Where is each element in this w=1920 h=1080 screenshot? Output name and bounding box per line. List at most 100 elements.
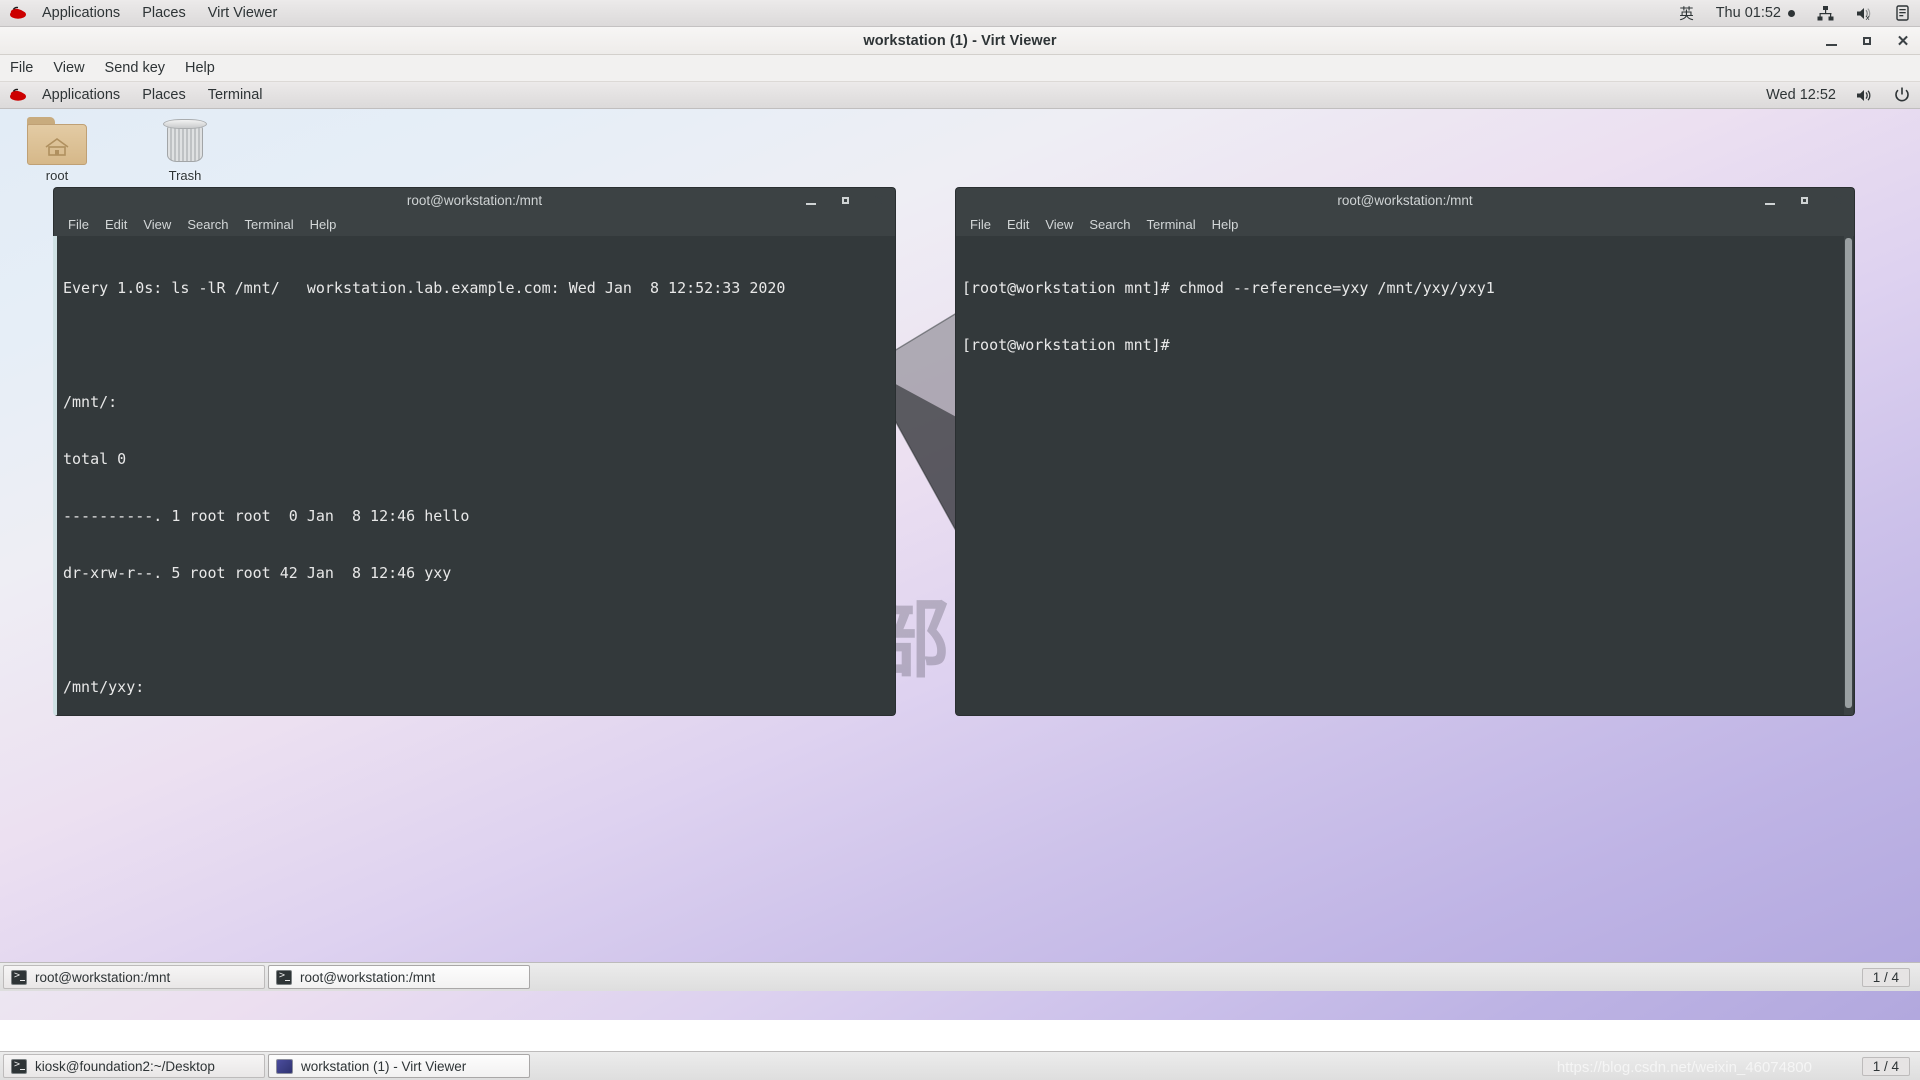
battery-icon[interactable] — [1885, 0, 1920, 26]
terminal-left-line: /mnt/yxy: — [63, 678, 145, 696]
terminal-left-menubar: File Edit View Search Terminal Help — [53, 212, 896, 236]
input-method-indicator[interactable]: 英 — [1668, 0, 1705, 26]
network-icon[interactable] — [1806, 0, 1845, 26]
host-clock[interactable]: Thu 01:52 — [1705, 0, 1806, 26]
terminal-right-scrollbar[interactable] — [1844, 236, 1853, 715]
host-taskbar-item-virt-viewer[interactable]: workstation (1) - Virt Viewer — [268, 1054, 530, 1078]
trash-icon — [161, 117, 209, 165]
terminal-window-right: root@workstation:/mnt ✕ File Edit View S… — [955, 187, 1855, 716]
terminal-right-menu-file[interactable]: File — [962, 215, 999, 234]
terminal-right-close-icon[interactable]: ✕ — [1831, 193, 1845, 207]
terminal-right-output[interactable]: [root@workstation mnt]# chmod --referenc… — [955, 236, 1855, 716]
terminal-icon — [11, 969, 27, 985]
guest-clock[interactable]: Wed 12:52 — [1756, 82, 1846, 108]
guest-volume-icon[interactable] — [1846, 82, 1884, 108]
guest-redhat-logo-icon — [7, 85, 29, 105]
guest-taskbar-item-label: root@workstation:/mnt — [35, 969, 171, 985]
host-workspace-indicator[interactable]: 1 / 4 — [1861, 1056, 1910, 1076]
host-tray: 英 Thu 01:52 x — [1668, 0, 1920, 26]
terminal-left-window-buttons: ✕ — [804, 193, 886, 207]
terminal-right-menu-help[interactable]: Help — [1204, 215, 1247, 234]
desktop-icon-trash-label: Trash — [168, 168, 202, 183]
guest-workspace-indicator[interactable]: 1 / 4 — [1861, 967, 1910, 987]
host-taskbar-item-label: workstation (1) - Virt Viewer — [301, 1058, 467, 1074]
desktop-icon-root-label: root — [45, 168, 69, 183]
host-menu-applications[interactable]: Applications — [31, 0, 131, 26]
terminal-right-minimize-icon[interactable] — [1763, 193, 1777, 207]
desktop-icon-root[interactable]: root — [12, 117, 102, 183]
host-taskbar-item-kiosk-terminal[interactable]: kiosk@foundation2:~/Desktop — [3, 1054, 265, 1078]
virt-viewer-icon — [276, 1058, 293, 1074]
terminal-left-line: dr-xrw-r--. 5 root root 42 Jan 8 12:46 y… — [63, 564, 452, 582]
host-top-panel: Applications Places Virt Viewer 英 Thu 01… — [0, 0, 1920, 27]
terminal-left-line: total 0 — [63, 450, 127, 468]
terminal-left-minimize-icon[interactable] — [804, 193, 818, 207]
host-clock-label: Thu 01:52 — [1715, 5, 1781, 21]
terminal-right-menu-search[interactable]: Search — [1081, 215, 1138, 234]
home-folder-icon — [27, 117, 87, 165]
terminal-left-line — [63, 336, 895, 355]
virt-viewer-window-buttons: ✕ — [1824, 27, 1910, 55]
terminal-right-title: root@workstation:/mnt — [1337, 192, 1473, 208]
terminal-icon — [276, 969, 292, 985]
terminal-left-close-icon[interactable]: ✕ — [872, 193, 886, 207]
guest-power-icon[interactable] — [1884, 82, 1920, 108]
terminal-left-menu-file[interactable]: File — [60, 215, 97, 234]
guest-taskbar-item-terminal-1[interactable]: root@workstation:/mnt — [3, 965, 265, 989]
host-taskbar-item-label: kiosk@foundation2:~/Desktop — [35, 1058, 215, 1074]
terminal-right-maximize-icon[interactable] — [1797, 193, 1811, 207]
terminal-right-titlebar[interactable]: root@workstation:/mnt ✕ — [955, 187, 1855, 212]
terminal-icon — [11, 1058, 27, 1074]
terminal-left-menu-search[interactable]: Search — [179, 215, 236, 234]
guest-taskbar-item-label: root@workstation:/mnt — [300, 969, 436, 985]
terminal-left-output[interactable]: Every 1.0s: ls -lR /mnt/ workstation.lab… — [53, 236, 896, 716]
vv-menu-view[interactable]: View — [43, 57, 94, 79]
redhat-logo-icon — [7, 3, 29, 23]
virt-viewer-window: workstation (1) - Virt Viewer ✕ File Vie… — [0, 27, 1920, 1020]
virt-viewer-titlebar[interactable]: workstation (1) - Virt Viewer ✕ — [0, 27, 1920, 55]
terminal-right-window-buttons: ✕ — [1763, 193, 1845, 207]
minimize-icon[interactable] — [1824, 34, 1838, 48]
guest-menu-applications[interactable]: Applications — [31, 82, 131, 108]
host-taskbar: kiosk@foundation2:~/Desktop workstation … — [0, 1051, 1920, 1080]
terminal-left-menu-view[interactable]: View — [135, 215, 179, 234]
terminal-left-line: /mnt/: — [63, 393, 118, 411]
terminal-right-menubar: File Edit View Search Terminal Help — [955, 212, 1855, 236]
terminal-right-scrollbar-thumb[interactable] — [1845, 238, 1852, 708]
terminal-left-line: Every 1.0s: ls -lR /mnt/ workstation.lab… — [63, 279, 786, 297]
guest-taskbar: root@workstation:/mnt root@workstation:/… — [0, 962, 1920, 991]
desktop-icon-trash[interactable]: Trash — [140, 117, 230, 183]
terminal-left-menu-terminal[interactable]: Terminal — [237, 215, 302, 234]
close-icon[interactable]: ✕ — [1896, 34, 1910, 49]
terminal-right-line: [root@workstation mnt]# chmod --referenc… — [962, 279, 1495, 297]
terminal-right-menu-edit[interactable]: Edit — [999, 215, 1037, 234]
terminal-right-line: [root@workstation mnt]# — [962, 336, 1170, 354]
svg-text:x: x — [1866, 14, 1870, 21]
volume-muted-icon[interactable]: x — [1845, 0, 1885, 26]
screen-root: Applications Places Virt Viewer 英 Thu 01… — [0, 0, 1920, 1080]
terminal-right-menu-view[interactable]: View — [1037, 215, 1081, 234]
terminal-left-title: root@workstation:/mnt — [406, 192, 543, 208]
guest-tray: Wed 12:52 — [1756, 82, 1920, 108]
virt-viewer-title: workstation (1) - Virt Viewer — [863, 32, 1057, 49]
terminal-left-menu-edit[interactable]: Edit — [97, 215, 135, 234]
host-menu-places[interactable]: Places — [131, 0, 197, 26]
terminal-left-titlebar[interactable]: root@workstation:/mnt ✕ — [53, 187, 896, 212]
maximize-icon[interactable] — [1860, 34, 1874, 48]
vv-menu-send-key[interactable]: Send key — [95, 57, 175, 79]
notification-dot-icon — [1788, 9, 1795, 17]
guest-menu-places[interactable]: Places — [131, 82, 197, 108]
terminal-left-line: ----------. 1 root root 0 Jan 8 12:46 he… — [63, 507, 470, 525]
guest-menu-terminal[interactable]: Terminal — [197, 82, 274, 108]
vv-menu-help[interactable]: Help — [175, 57, 225, 79]
guest-top-panel: Applications Places Terminal Wed 12:52 — [0, 82, 1920, 109]
terminal-window-left: root@workstation:/mnt ✕ File Edit View S… — [53, 187, 896, 716]
terminal-left-maximize-icon[interactable] — [838, 193, 852, 207]
host-menu-virt-viewer[interactable]: Virt Viewer — [197, 0, 289, 26]
guest-screen: Applications Places Terminal Wed 12:52 r… — [0, 82, 1920, 1020]
terminal-left-menu-help[interactable]: Help — [302, 215, 345, 234]
guest-taskbar-item-terminal-2[interactable]: root@workstation:/mnt — [268, 965, 530, 989]
terminal-left-line — [63, 621, 895, 640]
terminal-right-menu-terminal[interactable]: Terminal — [1139, 215, 1204, 234]
vv-menu-file[interactable]: File — [0, 57, 43, 79]
